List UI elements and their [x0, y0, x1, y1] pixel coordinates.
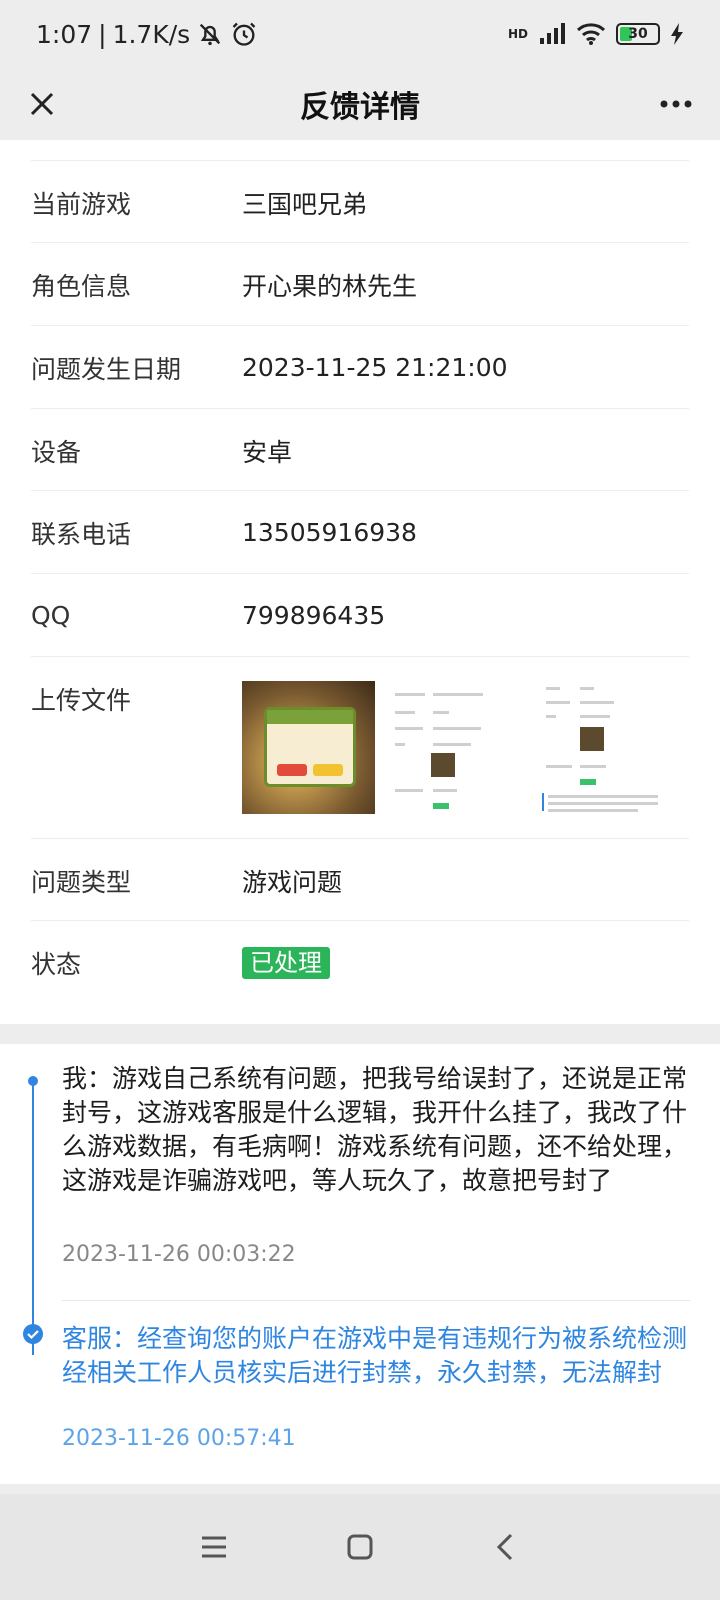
status-right: HD 30 [508, 22, 684, 46]
feedback-details-card: 当前游戏 三国吧兄弟 角色信息 开心果的林先生 问题发生日期 2023-11-2… [0, 140, 720, 1024]
uploaded-image-thumbnail[interactable] [242, 681, 375, 814]
timeline-dot [28, 1076, 38, 1086]
detail-value: 开心果的林先生 [242, 271, 418, 301]
detail-label: QQ [31, 601, 71, 630]
status-bar: 1:07 | 1.7K/s HD 30 [0, 0, 720, 68]
detail-value: 13505916938 [242, 518, 417, 547]
charging-icon [671, 23, 683, 45]
status-separator: | [98, 19, 107, 49]
detail-label: 设备 [31, 437, 82, 467]
signal-icon [540, 23, 565, 44]
page-title: 反馈详情 [300, 90, 420, 125]
detail-value: 2023-11-25 21:21:00 [242, 353, 508, 382]
alarm-icon [232, 22, 256, 46]
nav-bar: 反馈详情 [0, 68, 720, 140]
agent-message-time: 2023-11-26 00:57:41 [62, 1426, 296, 1451]
detail-row-phone: 联系电话 13505916938 [31, 490, 689, 574]
detail-row-status: 状态 已处理 [31, 920, 689, 1004]
detail-label: 状态 [31, 949, 82, 979]
detail-label: 联系电话 [31, 519, 132, 549]
more-icon[interactable] [654, 82, 698, 126]
menu-icon[interactable] [196, 1529, 232, 1565]
detail-row-type: 问题类型 游戏问题 [31, 838, 689, 922]
check-circle-icon [23, 1324, 43, 1344]
user-message: 我：游戏自己系统有问题，把我号给误封了，还说是正常封号，这游戏客服是什么逻辑，我… [62, 1064, 688, 1195]
wifi-icon [576, 23, 606, 45]
detail-label: 上传文件 [31, 686, 132, 715]
agent-message: 客服：经查询您的账户在游戏中是有违规行为被系统检测经相关工作人员核实后进行封禁，… [62, 1324, 688, 1387]
detail-label: 当前游戏 [31, 189, 132, 219]
status-speed: 1.7K/s [112, 19, 191, 49]
detail-row-game: 当前游戏 三国吧兄弟 [31, 160, 689, 244]
home-icon[interactable] [342, 1529, 378, 1565]
uploaded-image-thumbnail[interactable] [540, 681, 673, 814]
detail-row-role: 角色信息 开心果的林先生 [31, 242, 689, 326]
system-nav-bar [0, 1494, 720, 1600]
uploaded-image-thumbnail[interactable] [391, 681, 524, 814]
user-message-time: 2023-11-26 00:03:22 [62, 1242, 296, 1267]
detail-label: 角色信息 [31, 271, 132, 301]
detail-label: 问题类型 [31, 867, 132, 897]
detail-label: 问题发生日期 [31, 354, 182, 384]
battery-level: 30 [628, 26, 648, 42]
detail-value: 安卓 [242, 437, 293, 467]
status-left: 1:07 | 1.7K/s [36, 20, 258, 49]
detail-value: 三国吧兄弟 [242, 189, 368, 219]
status-time: 1:07 [36, 19, 93, 49]
detail-value: 游戏问题 [242, 867, 343, 897]
status-badge: 已处理 [242, 946, 330, 979]
detail-value: 799896435 [242, 601, 386, 630]
close-icon[interactable] [20, 82, 64, 126]
back-icon[interactable] [488, 1529, 524, 1565]
timeline-line [32, 1080, 34, 1355]
message-divider [62, 1300, 690, 1301]
uploaded-files [242, 681, 673, 814]
conversation-card: 我：游戏自己系统有问题，把我号给误封了，还说是正常封号，这游戏客服是什么逻辑，我… [0, 1044, 720, 1484]
battery-icon: 30 [616, 23, 660, 45]
mute-bell-icon [200, 23, 221, 46]
detail-row-files: 上传文件 [31, 656, 689, 840]
detail-row-date: 问题发生日期 2023-11-25 21:21:00 [31, 325, 689, 409]
detail-row-qq: QQ 799896435 [31, 573, 689, 657]
network-type: HD [507, 27, 528, 41]
detail-row-device: 设备 安卓 [31, 408, 689, 492]
